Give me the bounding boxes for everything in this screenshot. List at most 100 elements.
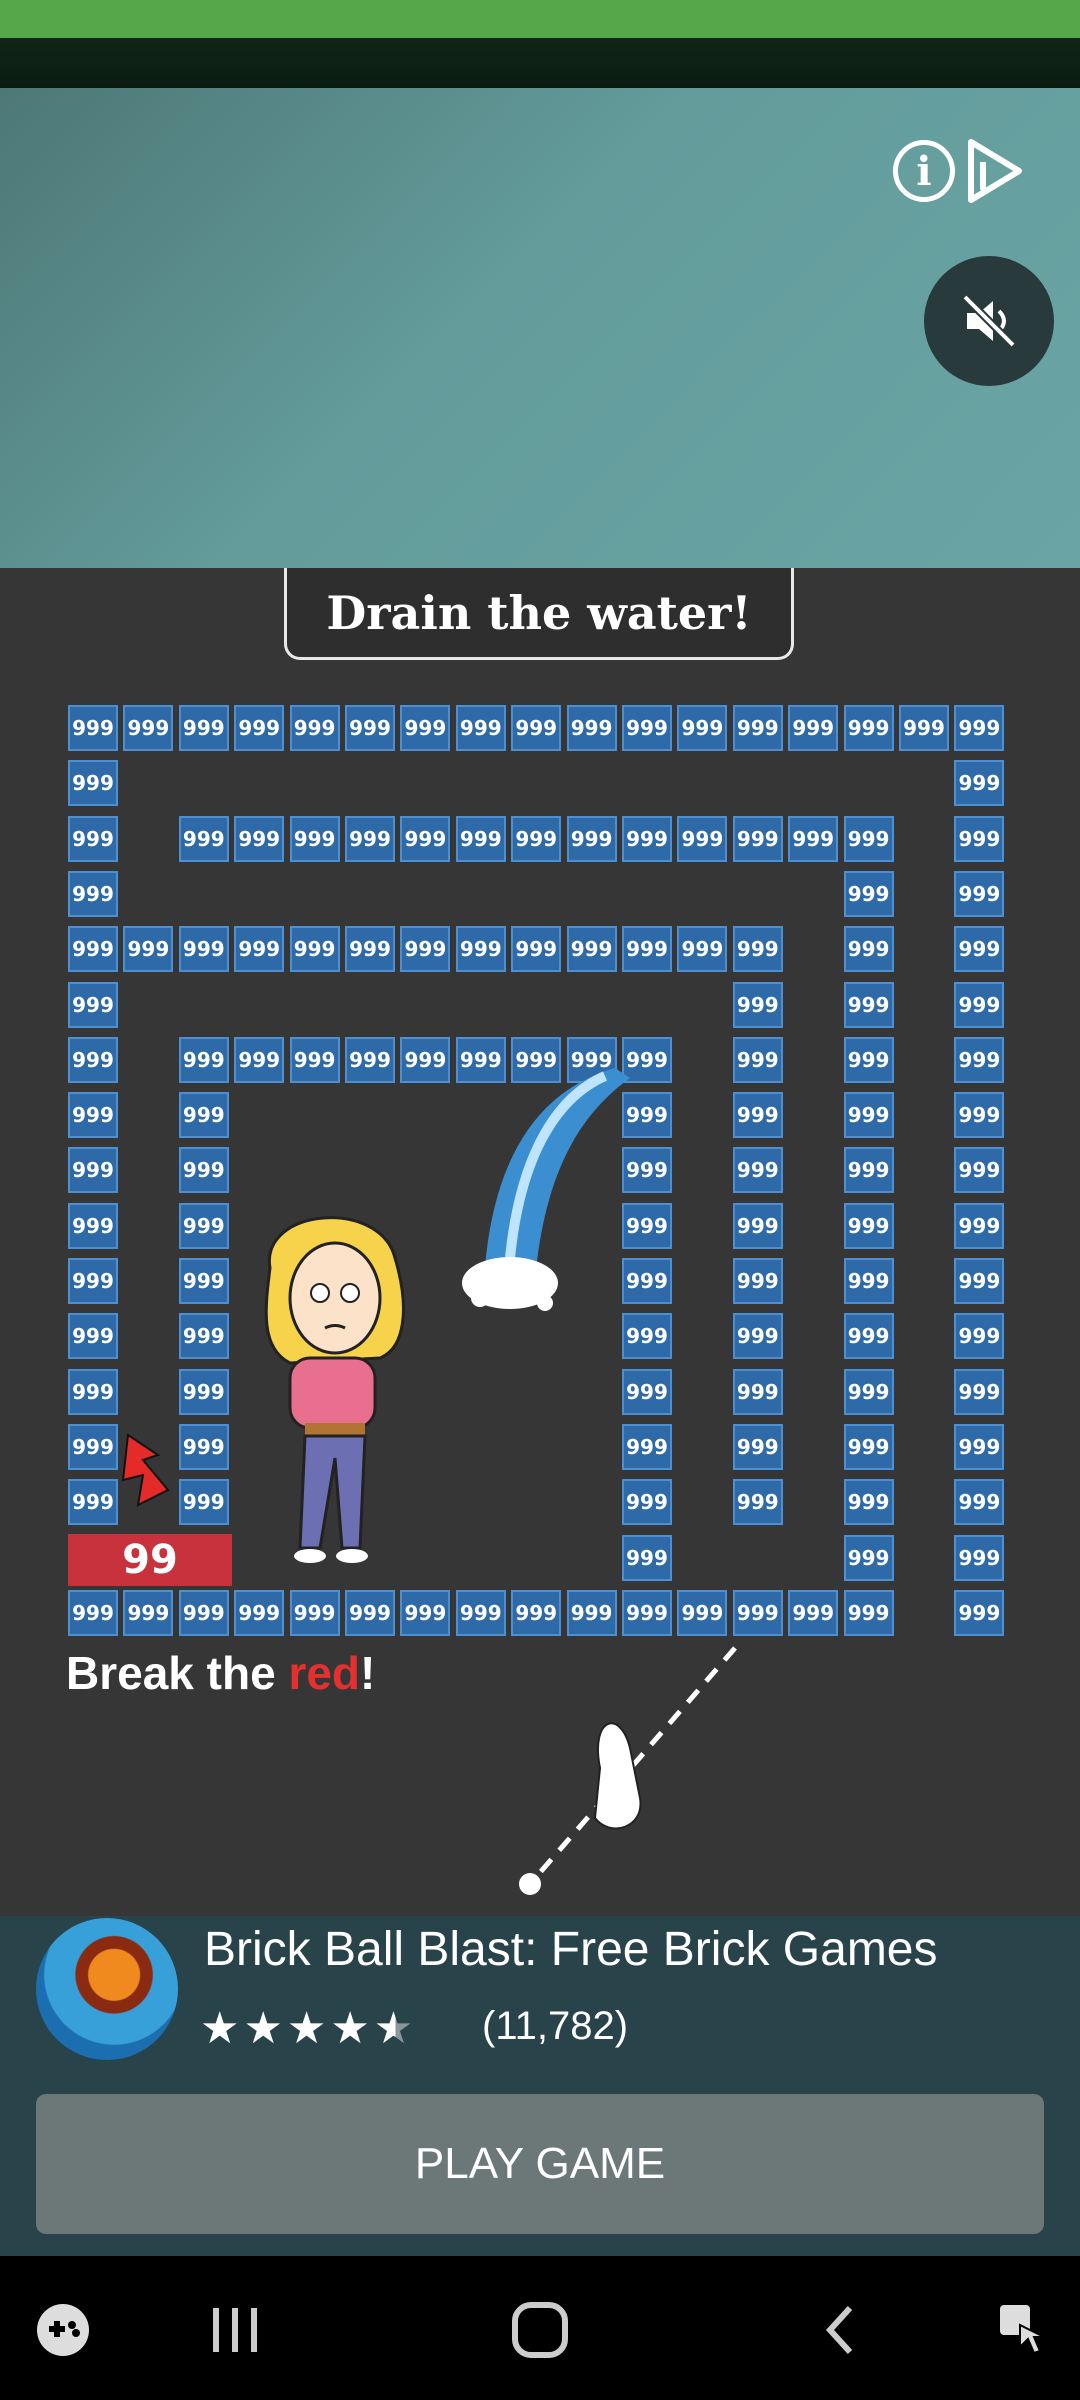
brick-block: 999 [400,926,451,973]
top-band [0,38,1080,88]
red-block[interactable]: 99 [68,1534,232,1586]
brick-block: 999 [622,1368,672,1415]
brick-block: 999 [843,1423,894,1470]
brick-block: 999 [843,926,894,973]
brick-block: 999 [289,705,340,751]
brick-block: 999 [178,1202,229,1249]
brick-block: 999 [622,1479,672,1526]
brick-block: 999 [178,1092,229,1139]
brick-block: 999 [566,815,617,862]
brick-block: 999 [68,1313,118,1360]
app-icon[interactable] [36,1918,178,2060]
game-banner: Drain the water! [284,568,794,660]
brick-block: 999 [677,926,728,973]
brick-block: 999 [954,1589,1005,1636]
brick-block: 999 [68,760,118,807]
brick-block: 999 [732,1313,783,1360]
brick-block: 999 [345,815,395,862]
gamepad-icon[interactable] [28,2290,98,2370]
info-icon[interactable]: i [893,140,955,202]
brick-block: 999 [566,705,617,751]
play-game-button[interactable]: PLAY GAME [36,2094,1044,2234]
brick-block: 999 [954,1313,1005,1360]
brick-block: 999 [234,926,285,973]
brick-block: 999 [954,926,1005,973]
adchoices-icon[interactable] [965,136,1025,206]
brick-block: 999 [788,1589,839,1636]
app-title[interactable]: Brick Ball Blast: Free Brick Games [204,1922,938,1977]
brick-block: 999 [843,1313,894,1360]
brick-block: 999 [732,1147,783,1194]
brick-block: 999 [68,870,118,917]
brick-block: 999 [843,870,894,917]
brick-block: 999 [954,760,1005,807]
brick-block: 999 [566,926,617,973]
brick-block: 999 [788,705,839,751]
brick-block: 999 [954,870,1005,917]
brick-block: 999 [455,705,506,751]
brick-block: 999 [843,1368,894,1415]
brick-block: 999 [345,705,395,751]
brick-block: 999 [732,1368,783,1415]
brick-block: 999 [400,705,451,751]
brick-block: 999 [68,1479,118,1526]
brick-block: 999 [68,1368,118,1415]
brick-block: 999 [178,1036,229,1083]
brick-block: 999 [511,1589,562,1636]
hint-text: Break the red! [66,1646,375,1700]
brick-block: 999 [732,926,783,973]
brick-block: 999 [178,1479,229,1526]
brick-block: 999 [400,1036,451,1083]
brick-block: 999 [622,926,672,973]
recents-icon[interactable] [200,2290,270,2370]
brick-block: 999 [455,1589,506,1636]
brick-block: 999 [843,1092,894,1139]
brick-block: 999 [677,815,728,862]
brick-block: 999 [511,926,562,973]
brick-block: 999 [289,1036,340,1083]
back-icon[interactable] [810,2290,870,2370]
brick-block: 999 [677,705,728,751]
brick-block: 999 [732,1479,783,1526]
brick-block: 999 [843,1036,894,1083]
brick-block: 999 [677,1589,728,1636]
brick-block: 999 [732,1202,783,1249]
brick-block: 999 [234,815,285,862]
brick-block: 999 [732,705,783,751]
game-preview[interactable]: 999 999 999 999 999 999 999 999 999 999 999 999 999 9… [0,568,1080,1916]
brick-block: 999 [899,705,949,751]
brick-block: 999 [843,705,894,751]
brick-block: 999 [400,1589,451,1636]
brick-block: 999 [178,926,229,973]
brick-block: 999 [289,815,340,862]
brick-block: 999 [178,1147,229,1194]
home-icon[interactable] [500,2290,580,2370]
mute-button[interactable] [924,256,1054,386]
brick-block: 999 [511,815,562,862]
brick-block: 999 [289,1589,340,1636]
brick-block: 999 [622,1423,672,1470]
brick-block: 999 [178,1423,229,1470]
brick-block: 999 [954,1534,1005,1581]
accessibility-icon[interactable] [986,2290,1056,2370]
brick-block: 999 [732,1423,783,1470]
brick-block: 999 [843,1258,894,1304]
red-arrow-icon [121,1433,170,1507]
brick-block: 999 [622,1589,672,1636]
brick-block: 999 [68,1202,118,1249]
brick-block: 999 [123,705,174,751]
brick-block: 999 [954,1202,1005,1249]
brick-block: 999 [732,981,783,1028]
brick-block: 999 [234,1036,285,1083]
brick-block: 999 [234,705,285,751]
brick-block: 999 [68,1589,118,1636]
brick-block: 999 [455,815,506,862]
brick-block: 999 [954,1036,1005,1083]
brick-block: 999 [455,926,506,973]
brick-block: 999 [178,1258,229,1304]
brick-block: 999 [732,815,783,862]
brick-block: 999 [345,1036,395,1083]
brick-block: 999 [954,1092,1005,1139]
brick-block: 999 [68,926,118,973]
star-icons: ★★★★ [200,2003,374,2054]
